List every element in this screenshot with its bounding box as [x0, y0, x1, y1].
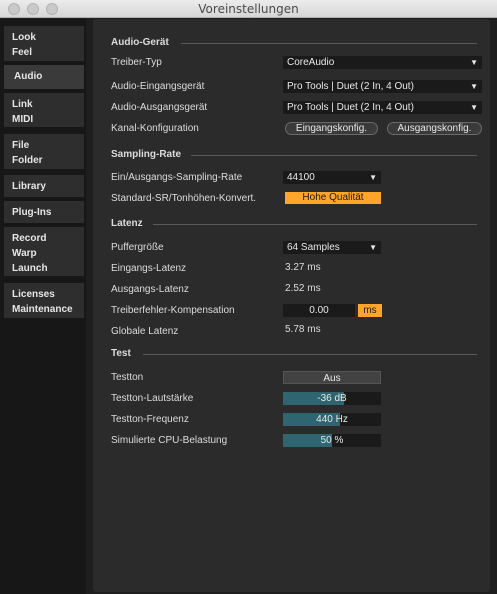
input-latency-value: 3.27 ms — [285, 262, 321, 273]
test-tone-volume-slider[interactable]: -36 dB — [283, 392, 381, 405]
driver-type-value: CoreAudio — [287, 57, 335, 68]
tab-label: Feel — [12, 47, 33, 58]
tab-audio[interactable]: Audio — [4, 65, 84, 89]
buffer-size-dropdown[interactable]: 64 Samples ▼ — [283, 241, 381, 254]
driver-compensation-input[interactable]: 0.00 — [283, 304, 355, 317]
io-sampling-rate-dropdown[interactable]: 44100 ▼ — [283, 171, 381, 184]
high-quality-toggle[interactable]: Hohe Qualität — [285, 192, 381, 204]
audio-preferences-panel: Audio-Gerät Treiber-Typ CoreAudio ▼ Audi… — [93, 19, 490, 592]
input-device-label: Audio-Eingangsgerät — [111, 81, 205, 92]
io-sampling-rate-label: Ein/Ausgangs-Sampling-Rate — [111, 172, 243, 183]
output-device-value: Pro Tools | Duet (2 In, 4 Out) — [287, 102, 414, 113]
output-device-label: Audio-Ausgangsgerät — [111, 102, 208, 113]
tab-record-warp-launch[interactable]: Record Warp Launch — [4, 227, 84, 276]
output-latency-value: 2.52 ms — [285, 283, 321, 294]
window-title: Voreinstellungen — [198, 2, 299, 16]
input-config-button[interactable]: Eingangskonfig. — [285, 122, 378, 135]
tab-label: Warp — [12, 248, 37, 259]
test-tone-volume-label: Testton-Lautstärke — [111, 393, 194, 404]
tab-file-folder[interactable]: File Folder — [4, 134, 84, 169]
test-tone-label: Testton — [111, 372, 144, 383]
tab-look-feel[interactable]: Look Feel — [4, 26, 84, 61]
global-latency-label: Globale Latenz — [111, 326, 179, 337]
test-tone-toggle[interactable]: Aus — [283, 371, 381, 384]
dropdown-arrow-icon: ▼ — [470, 58, 478, 67]
input-device-value: Pro Tools | Duet (2 In, 4 Out) — [287, 81, 414, 92]
io-sampling-rate-value: 44100 — [287, 172, 315, 183]
driver-type-dropdown[interactable]: CoreAudio ▼ — [283, 56, 482, 69]
tab-label: Record — [12, 233, 47, 244]
driver-compensation-label: Treiberfehler-Kompensation — [111, 305, 235, 316]
section-divider — [181, 43, 477, 44]
tab-label: Audio — [14, 71, 43, 82]
section-title-sampling-rate: Sampling-Rate — [111, 149, 182, 160]
test-tone-frequency-label: Testton-Frequenz — [111, 414, 189, 425]
section-divider — [191, 155, 477, 156]
channel-config-label: Kanal-Konfiguration — [111, 123, 199, 134]
dropdown-arrow-icon: ▼ — [470, 103, 478, 112]
test-tone-frequency-slider[interactable]: 440 Hz — [283, 413, 381, 426]
tab-label: Library — [12, 181, 46, 192]
cpu-load-slider[interactable]: 50 % — [283, 434, 381, 447]
tab-plug-ins[interactable]: Plug-Ins — [4, 201, 84, 223]
driver-type-label: Treiber-Typ — [111, 57, 162, 68]
tab-label: Look — [12, 32, 36, 43]
output-latency-label: Ausgangs-Latenz — [111, 284, 189, 295]
tab-label: Folder — [12, 155, 43, 166]
dropdown-arrow-icon: ▼ — [470, 82, 478, 91]
tab-label: File — [12, 140, 30, 151]
output-device-dropdown[interactable]: Pro Tools | Duet (2 In, 4 Out) ▼ — [283, 101, 482, 114]
preferences-sidebar: Look Feel Audio Link MIDI File Folder Li… — [0, 19, 86, 594]
driver-compensation-unit: ms — [358, 304, 382, 317]
section-title-latency: Latenz — [111, 218, 143, 229]
buffer-size-label: Puffergröße — [111, 242, 164, 253]
slider-value: 440 Hz — [316, 414, 348, 425]
dropdown-arrow-icon: ▼ — [369, 243, 377, 252]
tab-label: Launch — [12, 263, 48, 274]
section-title-test: Test — [111, 348, 131, 359]
tab-label: Link — [12, 99, 33, 110]
section-divider — [153, 224, 477, 225]
tab-label: MIDI — [12, 114, 34, 125]
dropdown-arrow-icon: ▼ — [369, 173, 377, 182]
section-divider — [143, 354, 477, 355]
global-latency-value: 5.78 ms — [285, 324, 321, 335]
tab-label: Licenses — [12, 289, 55, 300]
input-latency-label: Eingangs-Latenz — [111, 263, 187, 274]
slider-value: 50 % — [320, 435, 344, 446]
output-config-button[interactable]: Ausgangskonfig. — [387, 122, 482, 135]
tab-link-midi[interactable]: Link MIDI — [4, 93, 84, 127]
tab-label: Plug-Ins — [12, 207, 52, 218]
buffer-size-value: 64 Samples — [287, 242, 340, 253]
cpu-load-label: Simulierte CPU-Belastung — [111, 435, 228, 446]
input-device-dropdown[interactable]: Pro Tools | Duet (2 In, 4 Out) ▼ — [283, 80, 482, 93]
src-quality-label: Standard-SR/Tonhöhen-Konvert. — [111, 193, 257, 204]
tab-label: Maintenance — [12, 304, 73, 315]
tab-licenses-maintenance[interactable]: Licenses Maintenance — [4, 283, 84, 318]
slider-value: -36 dB — [317, 393, 347, 404]
window-titlebar: Voreinstellungen — [0, 0, 497, 18]
section-title-audio-device: Audio-Gerät — [111, 37, 169, 48]
tab-library[interactable]: Library — [4, 175, 84, 197]
